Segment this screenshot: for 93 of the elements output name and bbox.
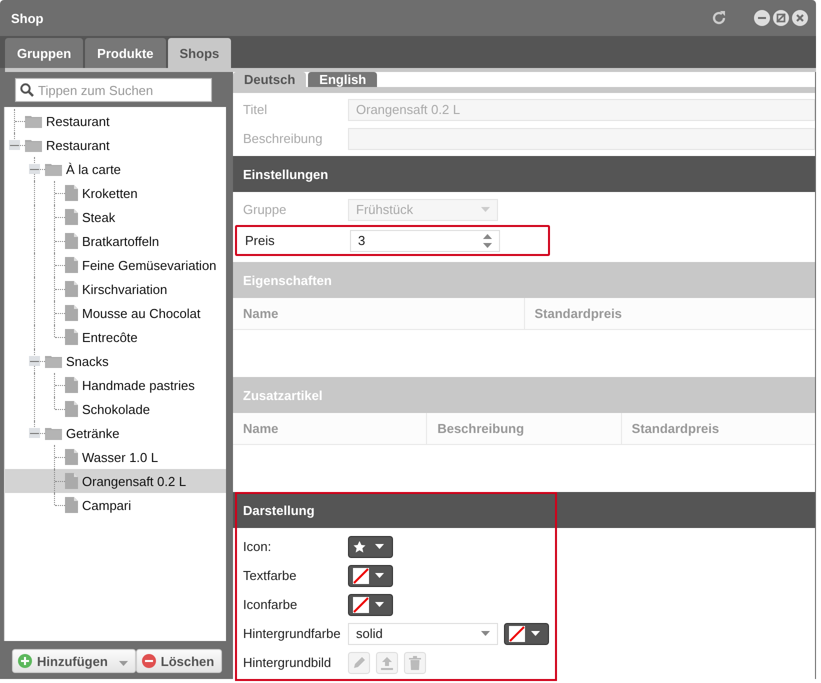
tree-item[interactable]: Orangensaft 0.2 L: [5, 469, 226, 493]
no-color-icon: [353, 568, 369, 584]
tree-item[interactable]: Campari: [5, 493, 226, 517]
pencil-icon: [352, 656, 366, 670]
collapse-icon[interactable]: [29, 356, 40, 366]
caret-icon: [118, 660, 128, 666]
tab[interactable]: Gruppen: [5, 38, 84, 68]
no-color-icon: [509, 626, 525, 642]
color-picker-button[interactable]: [348, 564, 393, 586]
maximize-icon[interactable]: [773, 10, 789, 26]
folder-icon: [25, 114, 42, 128]
column-header: Name: [233, 413, 428, 444]
caret-icon: [375, 573, 384, 578]
minimize-icon[interactable]: [754, 10, 770, 26]
collapse-icon[interactable]: [29, 428, 40, 438]
tree-item[interactable]: Bratkartoffeln: [5, 229, 226, 253]
field-label: Beschreibung: [243, 131, 324, 146]
close-icon[interactable]: [792, 10, 808, 26]
tab[interactable]: Deutsch: [233, 72, 306, 87]
remove-icon: [142, 654, 156, 668]
tree-item[interactable]: Steak: [5, 205, 226, 229]
column-header: Name: [233, 298, 524, 329]
column-header: Standardpreis: [534, 305, 623, 323]
caret-icon: [375, 544, 384, 549]
field-label: Textfarbe: [243, 568, 298, 583]
spinner-icon: [483, 234, 492, 248]
column-header: Beschreibung: [427, 413, 622, 444]
document-icon: [65, 329, 78, 345]
tree-item[interactable]: Snacks: [5, 349, 226, 373]
delete-button[interactable]: [404, 652, 426, 674]
document-icon: [65, 377, 78, 393]
folder-icon: [45, 354, 62, 368]
dropdown-field[interactable]: solid: [348, 622, 498, 644]
tree-item[interactable]: Feine Gemüsevariation: [5, 253, 226, 277]
tree-item[interactable]: Entrecôte: [5, 325, 226, 349]
field-label: Icon:: [243, 539, 272, 554]
upload-button[interactable]: [376, 652, 398, 674]
tree-item[interactable]: Mousse au Chocolat: [5, 301, 226, 325]
document-icon: [65, 305, 78, 321]
tree-item[interactable]: Restaurant: [5, 133, 226, 157]
tab[interactable]: Produkte: [85, 38, 166, 68]
field-label: Gruppe: [243, 202, 288, 217]
number-field[interactable]: 3: [350, 230, 500, 252]
tree-item[interactable]: Schokolade: [5, 397, 226, 421]
color-picker-button[interactable]: [348, 594, 393, 616]
upload-icon: [380, 656, 394, 670]
field-label: Hintergrundfarbe: [243, 626, 342, 641]
icon-picker-button[interactable]: [348, 536, 393, 558]
refresh-icon[interactable]: [711, 10, 727, 26]
folder-icon: [45, 162, 62, 176]
document-icon: [65, 401, 78, 417]
tree-item[interactable]: Handmade pastries: [5, 373, 226, 397]
document-icon: [65, 257, 78, 273]
add-icon: [18, 654, 32, 668]
tree-item[interactable]: Wasser 1.0 L: [5, 445, 226, 469]
add-button[interactable]: Hinzufügen: [12, 649, 136, 673]
document-icon: [65, 233, 78, 249]
delete-button[interactable]: Löschen: [136, 649, 222, 673]
caret-icon: [531, 631, 540, 636]
field-label: Titel: [243, 102, 268, 117]
color-picker-button[interactable]: [504, 622, 549, 644]
caret-icon: [481, 631, 490, 636]
search-icon: [20, 83, 34, 97]
window-title: Shop: [11, 10, 44, 26]
section-header: Einstellungen: [233, 156, 815, 192]
caret-icon: [375, 602, 384, 607]
search-field[interactable]: Tippen zum Suchen: [15, 78, 212, 102]
document-icon: [65, 473, 78, 489]
folder-icon: [25, 138, 42, 152]
trash-icon: [409, 656, 421, 670]
document-icon: [65, 449, 78, 465]
no-color-icon: [353, 596, 369, 612]
document-icon: [65, 185, 78, 201]
document-icon: [65, 281, 78, 297]
tree-item[interactable]: Kirschvariation: [5, 277, 226, 301]
collapse-icon[interactable]: [9, 140, 20, 150]
field-label: Iconfarbe: [243, 597, 298, 612]
star-icon: [353, 540, 366, 552]
tab[interactable]: English: [308, 72, 378, 87]
caret-icon: [481, 207, 490, 212]
tab[interactable]: Shops: [168, 38, 232, 68]
field-label: Hintergrundbild: [243, 655, 332, 670]
column-header: Standardpreis: [630, 420, 720, 438]
document-icon: [65, 209, 78, 225]
collapse-icon[interactable]: [29, 164, 40, 174]
tree-item[interactable]: Kroketten: [5, 181, 226, 205]
tree-item[interactable]: À la carte: [5, 157, 226, 181]
field-label: Preis: [245, 233, 276, 248]
folder-icon: [45, 426, 62, 440]
section-header: Darstellung: [233, 492, 815, 528]
document-icon: [65, 497, 78, 513]
tree-item[interactable]: Restaurant: [5, 109, 226, 133]
tree-item[interactable]: Getränke: [5, 421, 226, 445]
